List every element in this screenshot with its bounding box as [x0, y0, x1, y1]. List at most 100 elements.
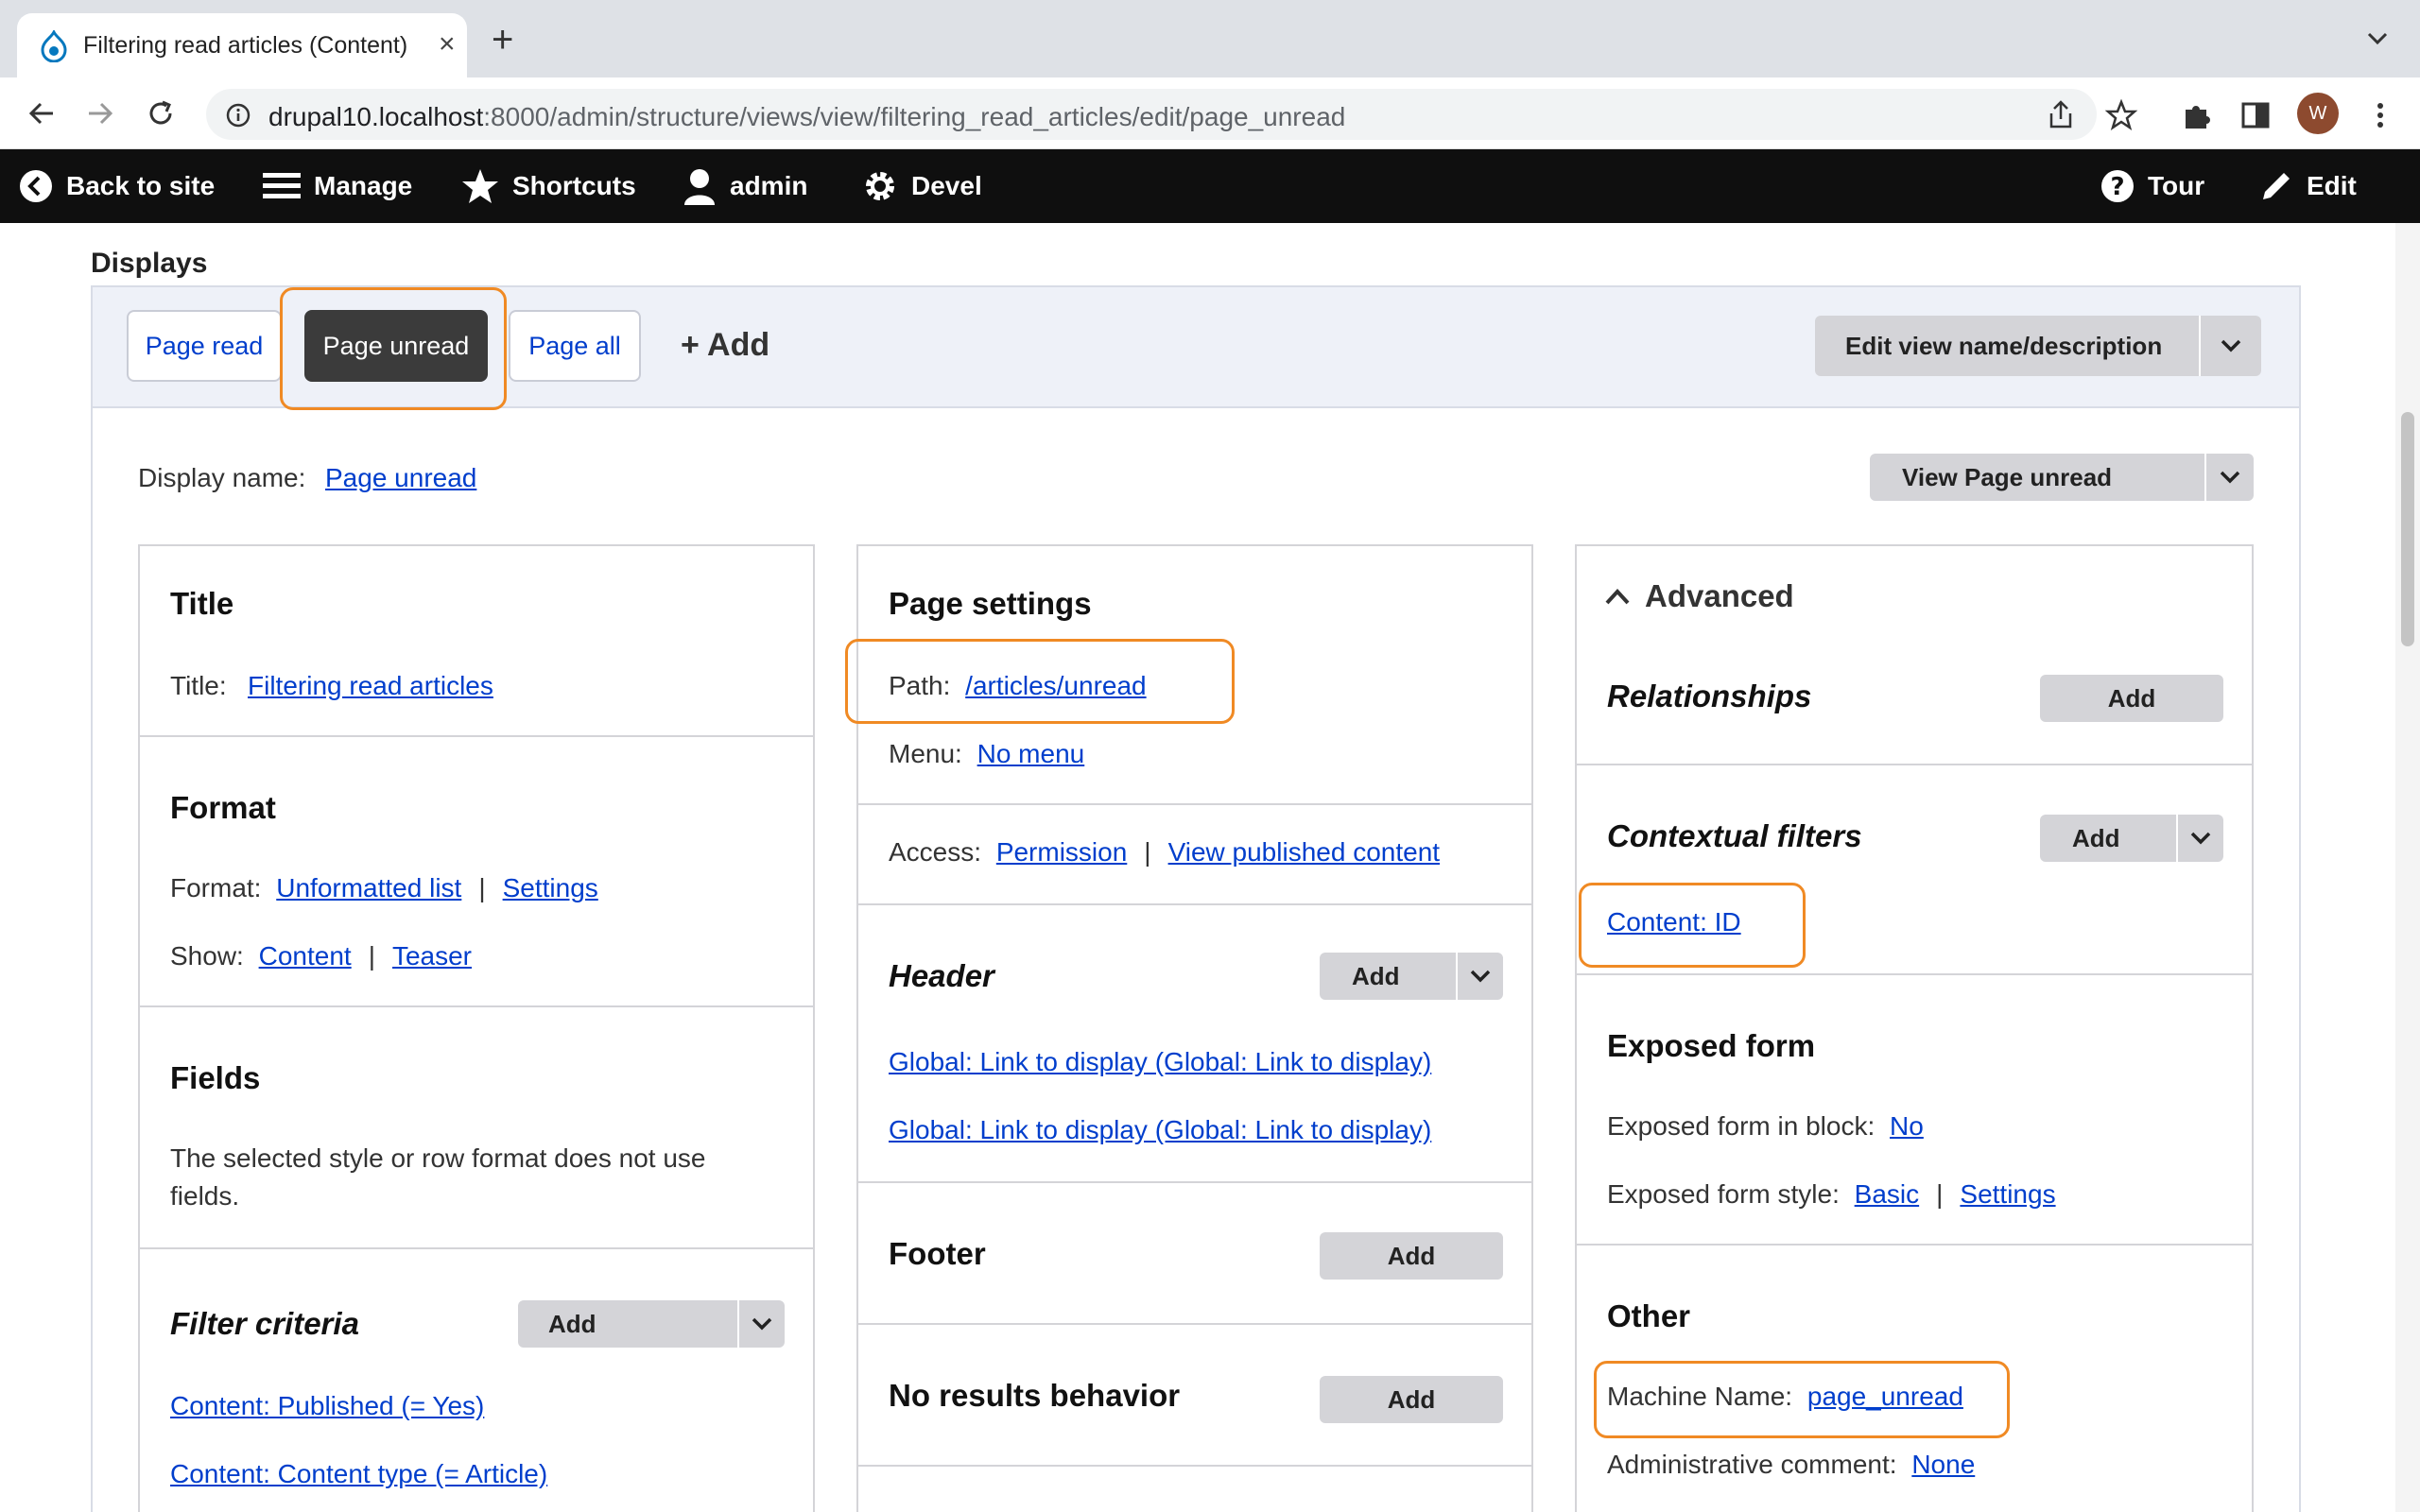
footer-heading: Footer: [889, 1236, 986, 1271]
contextual-add-label: Add: [2072, 823, 2120, 852]
highlight-contextual-filter: [1579, 883, 1806, 968]
menu-link[interactable]: No menu: [977, 739, 1085, 768]
show-label: Show:: [170, 941, 244, 971]
extensions-puzzle-icon[interactable]: [2180, 98, 2214, 132]
section-fields: Fields The selected style or row format …: [140, 1007, 813, 1249]
section-relationships: Relationships Add: [1577, 546, 2252, 765]
section-exposed-form: Exposed form Exposed form in block: No E…: [1577, 975, 2252, 1246]
title-label: Title:: [170, 671, 227, 700]
access-row: Access: Permission | View published conten…: [889, 837, 1441, 867]
bookmark-star-icon[interactable]: [2104, 98, 2138, 132]
section-title: Title Title: Filtering read articles: [140, 546, 813, 737]
reload-icon[interactable]: [144, 96, 178, 130]
toolbar-user-label: admin: [730, 171, 808, 200]
share-icon[interactable]: [2044, 98, 2078, 132]
add-display-button[interactable]: + Add: [681, 327, 769, 364]
display-name-link[interactable]: Page unread: [325, 463, 476, 493]
side-panel-icon[interactable]: [2238, 98, 2273, 132]
toolbar-tour-label: Tour: [2148, 171, 2205, 200]
url-text: drupal10.localhost:8000/admin/structure/…: [268, 102, 1346, 131]
filter-content-type-link[interactable]: Content: Content type (= Article): [170, 1459, 547, 1489]
chevron-down-icon: [2190, 832, 2211, 845]
exposed-block-link[interactable]: No: [1890, 1111, 1924, 1141]
section-filter-criteria: Filter criteria Add Content: Published (…: [140, 1249, 813, 1512]
format-link[interactable]: Unformatted list: [276, 873, 461, 902]
exposed-style-settings-link[interactable]: Settings: [1960, 1179, 2055, 1209]
view-page-button[interactable]: View Page unread: [1870, 454, 2254, 501]
edit-view-dropdown-toggle[interactable]: [2199, 316, 2261, 376]
other-heading: Other: [1607, 1298, 1691, 1333]
address-bar[interactable]: drupal10.localhost:8000/admin/structure/…: [206, 89, 2097, 140]
toolbar-shortcuts[interactable]: Shortcuts: [461, 149, 636, 223]
site-info-icon[interactable]: [225, 102, 251, 129]
toolbar-devel[interactable]: Devel: [862, 149, 982, 223]
browser-tab[interactable]: Filtering read articles (Content) ×: [17, 13, 467, 77]
format-label: Format:: [170, 873, 262, 902]
drupal-admin-toolbar: Back to site Manage Shortcuts admin Deve…: [0, 149, 2420, 223]
contextual-add-dropdown-toggle[interactable]: [2176, 815, 2223, 862]
show-mode-link[interactable]: Teaser: [392, 941, 472, 971]
filter-add-dropdown-toggle[interactable]: [737, 1300, 785, 1348]
view-page-label: View Page unread: [1902, 462, 2113, 491]
format-heading: Format: [170, 790, 276, 825]
back-arrow-icon[interactable]: [25, 96, 59, 130]
header-add-button[interactable]: Add: [1320, 953, 1503, 1000]
toolbar-user[interactable]: admin: [683, 149, 807, 223]
filter-add-button[interactable]: Add: [518, 1300, 785, 1348]
browser-menu-icon[interactable]: [2363, 98, 2397, 132]
footer-add-button[interactable]: Add: [1320, 1232, 1503, 1280]
fields-heading: Fields: [170, 1060, 261, 1095]
access-label: Access:: [889, 837, 982, 867]
page-scrollbar-thumb[interactable]: [2401, 412, 2414, 646]
star-icon: [462, 169, 498, 203]
section-footer: Footer Add: [858, 1183, 1531, 1325]
chevron-down-icon: [1470, 970, 1491, 983]
svg-text:?: ?: [2110, 173, 2124, 201]
admin-comment-link[interactable]: None: [1911, 1450, 1975, 1479]
forward-arrow-icon[interactable]: [83, 96, 117, 130]
access-link[interactable]: Permission: [996, 837, 1127, 867]
toolbar-back-to-site[interactable]: Back to site: [19, 149, 215, 223]
exposed-style-link[interactable]: Basic: [1855, 1179, 1919, 1209]
filter-published-link[interactable]: Content: Published (= Yes): [170, 1391, 484, 1421]
header-add-label: Add: [1352, 961, 1400, 990]
profile-avatar[interactable]: W: [2297, 93, 2339, 134]
toolbar-edit[interactable]: Edit: [2259, 149, 2357, 223]
section-no-results: No results behavior Add: [858, 1325, 1531, 1467]
toolbar-edit-label: Edit: [2307, 171, 2357, 200]
highlight-active-tab: [280, 287, 507, 410]
edit-view-name-label: Edit view name/description: [1845, 331, 2163, 360]
toolbar-manage[interactable]: Manage: [263, 149, 412, 223]
browser-tab-bar: Filtering read articles (Content) × +: [0, 0, 2420, 77]
page-scrollbar-track[interactable]: [2395, 223, 2420, 1512]
toolbar-manage-label: Manage: [314, 171, 413, 200]
admin-comment-row: Administrative comment: None: [1607, 1450, 1975, 1480]
no-results-add-button[interactable]: Add: [1320, 1376, 1503, 1423]
show-link[interactable]: Content: [259, 941, 352, 971]
display-name-label: Display name:: [138, 463, 306, 492]
header-link-2[interactable]: Global: Link to display (Global: Link to…: [889, 1115, 1431, 1145]
displays-heading: Displays: [91, 248, 208, 279]
format-settings-link[interactable]: Settings: [503, 873, 598, 902]
header-add-dropdown-toggle[interactable]: [1456, 953, 1503, 1000]
relationships-add-button[interactable]: Add: [2040, 675, 2223, 722]
section-format: Format Format: Unformatted list | Settings…: [140, 737, 813, 1007]
access-permission-link[interactable]: View published content: [1168, 837, 1440, 867]
exposed-form-heading: Exposed form: [1607, 1028, 1816, 1063]
contextual-add-button[interactable]: Add: [2040, 815, 2223, 862]
new-tab-icon[interactable]: +: [492, 21, 513, 59]
edit-view-name-button[interactable]: Edit view name/description: [1815, 316, 2261, 376]
view-page-dropdown-toggle[interactable]: [2204, 454, 2254, 501]
close-tab-icon[interactable]: ×: [439, 28, 456, 60]
page-settings-heading: Page settings: [889, 586, 1092, 621]
filter-criteria-heading: Filter criteria: [170, 1306, 359, 1341]
tab-search-chevron-icon[interactable]: [2363, 25, 2392, 53]
user-icon: [684, 169, 715, 205]
tab-page-all[interactable]: Page all: [509, 310, 641, 382]
header-link-1[interactable]: Global: Link to display (Global: Link to…: [889, 1047, 1431, 1077]
title-link[interactable]: Filtering read articles: [248, 671, 493, 701]
toolbar-tour[interactable]: ? Tour: [2100, 149, 2204, 223]
exposed-block-label: Exposed form in block:: [1607, 1111, 1876, 1141]
tab-page-read[interactable]: Page read: [127, 310, 282, 382]
filter-add-label: Add: [548, 1309, 596, 1338]
